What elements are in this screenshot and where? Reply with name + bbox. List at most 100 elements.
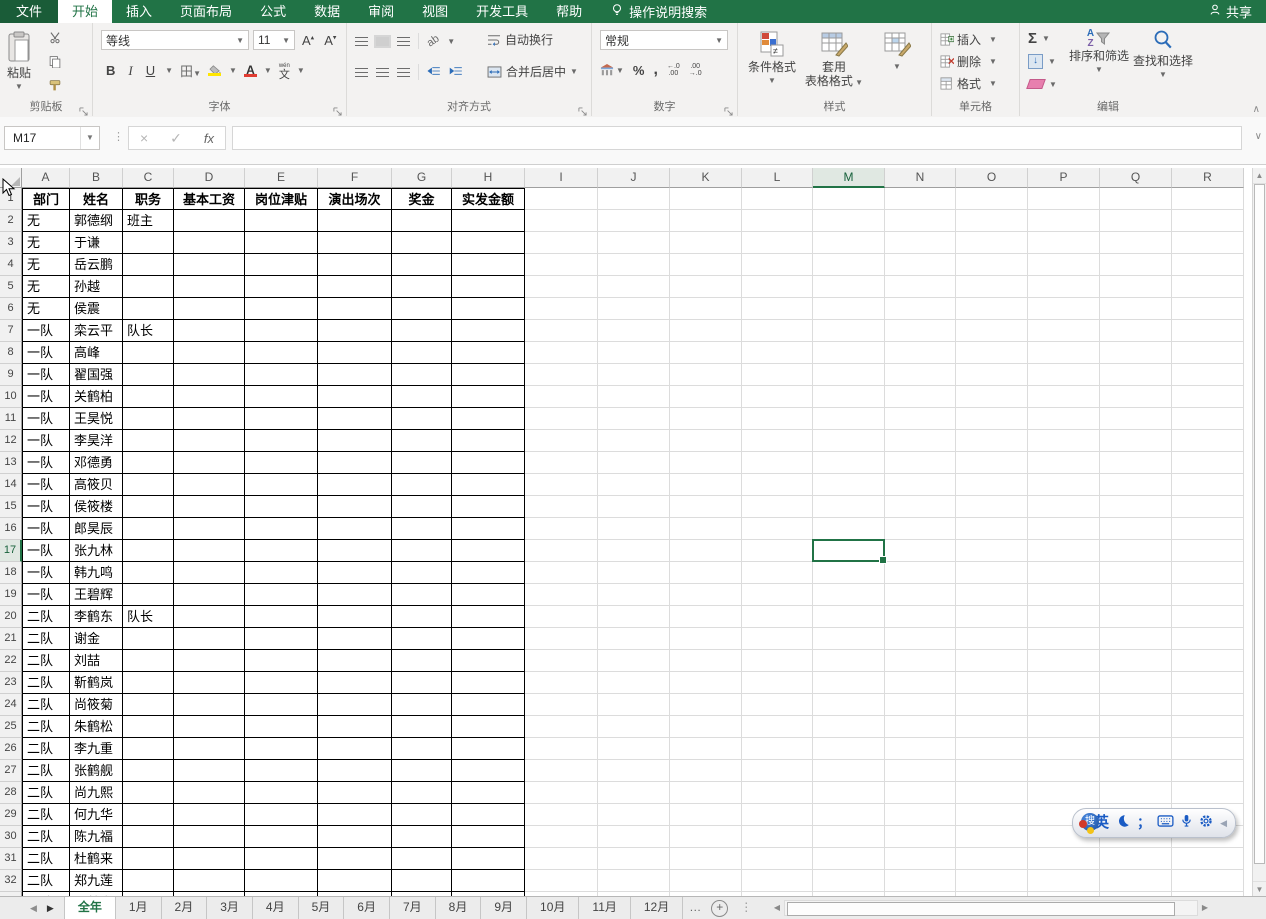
row-header-6[interactable]: 6 — [0, 298, 22, 320]
align-left-icon[interactable] — [355, 68, 368, 77]
cell-F17[interactable] — [318, 540, 392, 562]
cell-C27[interactable] — [123, 760, 174, 782]
column-header-H[interactable]: H — [452, 168, 525, 188]
increase-decimal-button[interactable]: ←.0.00 — [667, 63, 680, 77]
cell-J21[interactable] — [598, 628, 670, 650]
cell-P24[interactable] — [1028, 694, 1100, 716]
cell-E15[interactable] — [245, 496, 318, 518]
accounting-format-button[interactable]: ▼ — [600, 64, 624, 77]
cell-K22[interactable] — [670, 650, 742, 672]
cell-R25[interactable] — [1172, 716, 1244, 738]
cell-B31[interactable]: 杜鹤来 — [70, 848, 123, 870]
fill-button[interactable]: ↓ ▼ — [1028, 51, 1056, 71]
sheet-tab-1月[interactable]: 1月 — [116, 897, 162, 919]
cell-B6[interactable]: 侯震 — [70, 298, 123, 320]
cell-I7[interactable] — [525, 320, 598, 342]
cell-I27[interactable] — [525, 760, 598, 782]
sheet-tab-5月[interactable]: 5月 — [299, 897, 345, 919]
cell-D10[interactable] — [174, 386, 245, 408]
cell-K21[interactable] — [670, 628, 742, 650]
cell-O23[interactable] — [956, 672, 1028, 694]
row-header-21[interactable]: 21 — [0, 628, 22, 650]
cell-P13[interactable] — [1028, 452, 1100, 474]
cell-I15[interactable] — [525, 496, 598, 518]
cell-K27[interactable] — [670, 760, 742, 782]
cell-O11[interactable] — [956, 408, 1028, 430]
cell-K26[interactable] — [670, 738, 742, 760]
cell-L9[interactable] — [742, 364, 813, 386]
cell-J11[interactable] — [598, 408, 670, 430]
dropdown-arrow-icon[interactable]: ▼ — [447, 37, 455, 46]
column-header-B[interactable]: B — [70, 168, 123, 188]
cell-F26[interactable] — [318, 738, 392, 760]
cell-O22[interactable] — [956, 650, 1028, 672]
cell-K31[interactable] — [670, 848, 742, 870]
row-header-20[interactable]: 20 — [0, 606, 22, 628]
sort-filter-button[interactable]: AZ 排序和筛选 ▼ — [1068, 29, 1130, 77]
vertical-scrollbar[interactable]: ▲ ▼ — [1252, 168, 1266, 897]
format-as-table-button[interactable]: 套用 表格格式 ▼ — [804, 31, 864, 90]
cell-I26[interactable] — [525, 738, 598, 760]
cell-N16[interactable] — [885, 518, 956, 540]
cell-D4[interactable] — [174, 254, 245, 276]
cell-M12[interactable] — [813, 430, 885, 452]
cell-C24[interactable] — [123, 694, 174, 716]
cell-G22[interactable] — [392, 650, 452, 672]
cell-M25[interactable] — [813, 716, 885, 738]
scroll-up-icon[interactable]: ▲ — [1253, 168, 1266, 184]
cell-R11[interactable] — [1172, 408, 1244, 430]
cell-O4[interactable] — [956, 254, 1028, 276]
cell-C10[interactable] — [123, 386, 174, 408]
cell-I1[interactable] — [525, 188, 598, 210]
cell-D26[interactable] — [174, 738, 245, 760]
column-header-L[interactable]: L — [742, 168, 813, 188]
cell-E18[interactable] — [245, 562, 318, 584]
cell-M26[interactable] — [813, 738, 885, 760]
new-sheet-button[interactable]: + — [711, 900, 728, 917]
cell-C29[interactable] — [123, 804, 174, 826]
cell-B30[interactable]: 陈九福 — [70, 826, 123, 848]
ribbon-tab-开发工具[interactable]: 开发工具 — [462, 0, 542, 23]
cell-A20[interactable]: 二队 — [22, 606, 70, 628]
cell-B14[interactable]: 高筱贝 — [70, 474, 123, 496]
cell-G12[interactable] — [392, 430, 452, 452]
cell-E16[interactable] — [245, 518, 318, 540]
cell-N26[interactable] — [885, 738, 956, 760]
cell-F6[interactable] — [318, 298, 392, 320]
cell-P7[interactable] — [1028, 320, 1100, 342]
cell-H6[interactable] — [452, 298, 525, 320]
cell-B24[interactable]: 尚筱菊 — [70, 694, 123, 716]
cell-N17[interactable] — [885, 540, 956, 562]
cell-D1[interactable]: 基本工资 — [174, 188, 245, 210]
row-header-16[interactable]: 16 — [0, 518, 22, 540]
cell-G21[interactable] — [392, 628, 452, 650]
cell-J16[interactable] — [598, 518, 670, 540]
cell-R19[interactable] — [1172, 584, 1244, 606]
ribbon-tab-帮助[interactable]: 帮助 — [542, 0, 596, 23]
keyboard-icon[interactable] — [1157, 814, 1174, 832]
cell-K12[interactable] — [670, 430, 742, 452]
cell-L21[interactable] — [742, 628, 813, 650]
cell-H12[interactable] — [452, 430, 525, 452]
cell-M11[interactable] — [813, 408, 885, 430]
delete-cells-button[interactable]: 删除 ▼ — [940, 51, 997, 71]
cell-I10[interactable] — [525, 386, 598, 408]
cell-I4[interactable] — [525, 254, 598, 276]
cell-C28[interactable] — [123, 782, 174, 804]
cell-C6[interactable] — [123, 298, 174, 320]
cell-J5[interactable] — [598, 276, 670, 298]
cell-A29[interactable]: 二队 — [22, 804, 70, 826]
cell-B10[interactable]: 关鹤柏 — [70, 386, 123, 408]
cell-L8[interactable] — [742, 342, 813, 364]
cell-I5[interactable] — [525, 276, 598, 298]
enter-check-icon[interactable]: ✓ — [170, 130, 182, 147]
cell-B19[interactable]: 王碧辉 — [70, 584, 123, 606]
cell-P20[interactable] — [1028, 606, 1100, 628]
cell-O31[interactable] — [956, 848, 1028, 870]
cell-M1[interactable] — [813, 188, 885, 210]
cell-G1[interactable]: 奖金 — [392, 188, 452, 210]
cell-H16[interactable] — [452, 518, 525, 540]
cell-Q27[interactable] — [1100, 760, 1172, 782]
cell-M23[interactable] — [813, 672, 885, 694]
cell-D30[interactable] — [174, 826, 245, 848]
